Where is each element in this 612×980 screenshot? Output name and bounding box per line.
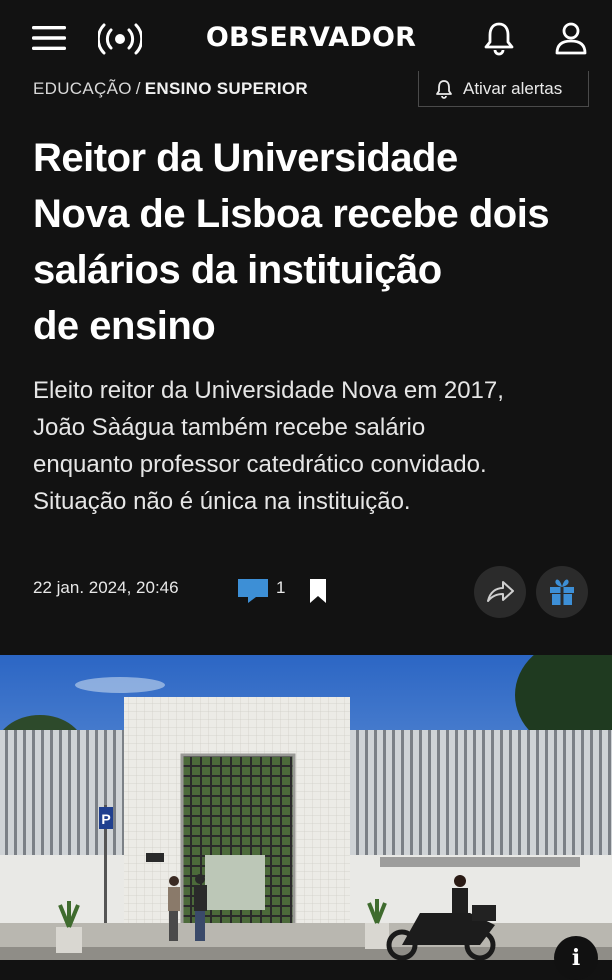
comment-icon[interactable] — [237, 578, 269, 604]
article-date: 22 jan. 2024, 20:46 — [33, 578, 179, 597]
live-radio-icon[interactable] — [98, 22, 142, 56]
lede-line: João Sàágua também recebe salário — [33, 414, 426, 441]
headline-line: de ensino — [33, 304, 216, 348]
user-icon[interactable] — [553, 20, 589, 56]
lede-line: enquanto professor catedrático convidado… — [33, 451, 487, 478]
site-logo[interactable]: OBSERVADOR — [204, 18, 418, 58]
bell-icon — [436, 79, 452, 99]
menu-icon[interactable] — [31, 24, 67, 52]
parking-sign-icon: P — [101, 811, 110, 827]
top-bar: OBSERVADOR — [0, 0, 612, 76]
breadcrumb-section[interactable]: EDUCAÇÃO — [33, 79, 132, 98]
lede-line: Eleito reitor da Universidade Nova em 20… — [33, 377, 504, 404]
comment-count[interactable]: 1 — [276, 578, 285, 598]
info-icon[interactable]: i — [554, 936, 598, 980]
bookmark-icon[interactable] — [308, 578, 328, 604]
enable-alerts-label: Ativar alertas — [463, 78, 563, 98]
headline-line: Nova de Lisboa recebe dois — [33, 192, 550, 236]
article-headline: Reitor da Universidade Nova de Lisboa re… — [33, 130, 593, 354]
gift-icon — [550, 579, 574, 605]
gift-article-button[interactable] — [536, 566, 588, 618]
breadcrumb-subsection[interactable]: ENSINO SUPERIOR — [145, 79, 308, 98]
bell-icon[interactable] — [482, 20, 516, 56]
headline-line: Reitor da Universidade — [33, 136, 458, 180]
university-entrance-illustration: P — [0, 655, 612, 960]
enable-alerts-button[interactable]: Ativar alertas — [418, 71, 589, 107]
article-photo[interactable]: P — [0, 655, 612, 960]
share-icon — [487, 581, 514, 602]
lede-line: Situação não é única na instituição. — [33, 488, 411, 515]
breadcrumb: EDUCAÇÃO / ENSINO SUPERIOR — [33, 78, 308, 100]
article-lede: Eleito reitor da Universidade Nova em 20… — [33, 372, 593, 520]
breadcrumb-separator: / — [135, 79, 141, 98]
share-button[interactable] — [474, 566, 526, 618]
headline-line: salários da instituição — [33, 248, 442, 292]
